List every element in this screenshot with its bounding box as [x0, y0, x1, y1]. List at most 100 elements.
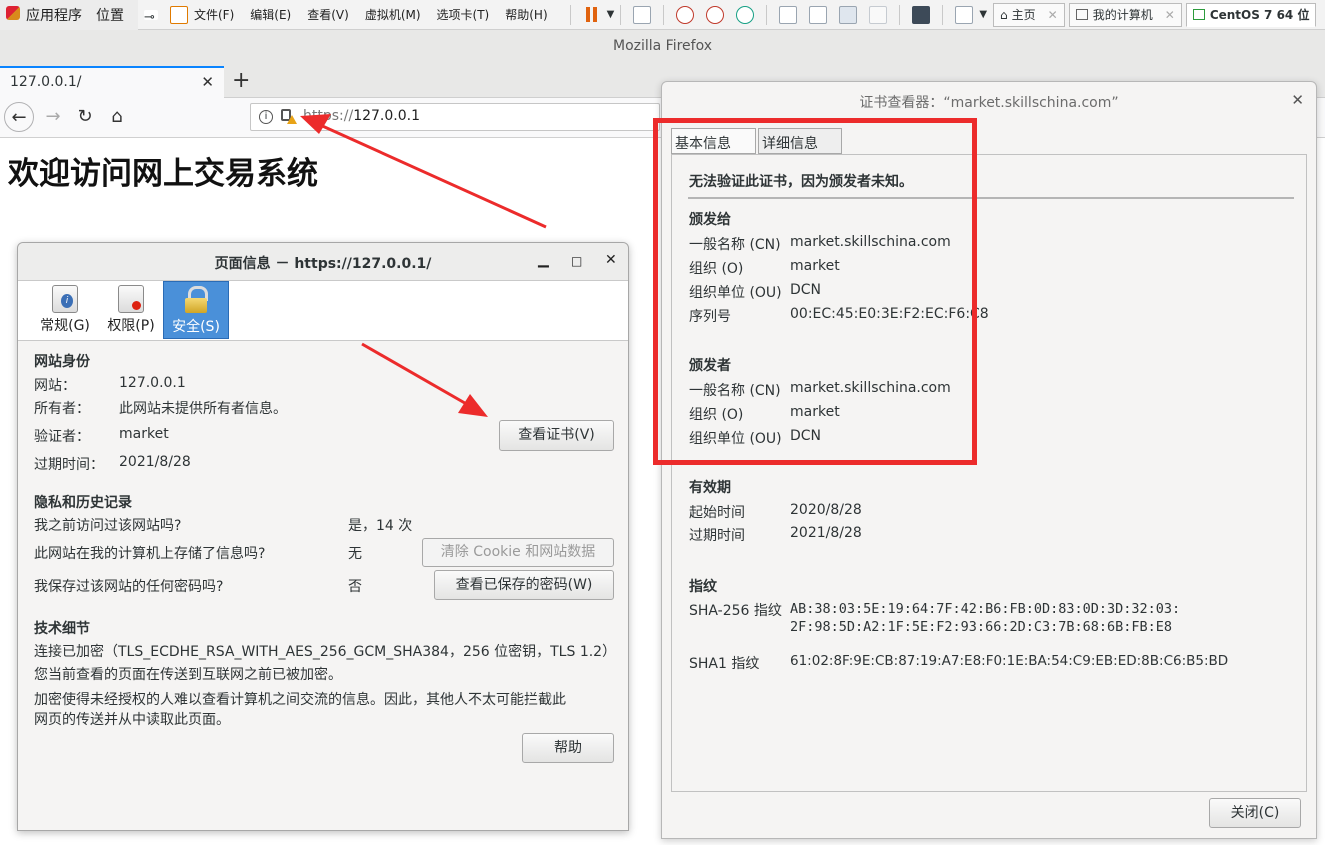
stored-answer: 无	[348, 546, 362, 562]
stretch-icon[interactable]	[955, 5, 974, 24]
gnome-panel: 应用程序 位置	[0, 0, 138, 30]
page-info-tabs: 常规(G) 权限(P) 安全(S)	[18, 281, 628, 341]
page-title: 欢迎访问网上交易系统	[8, 156, 318, 192]
chevron-down-icon[interactable]: ▼	[979, 9, 987, 20]
visited-answer: 是，14 次	[348, 518, 413, 534]
tech-connection: 连接已加密（TLS_ECDHE_RSA_WITH_AES_256_GCM_SHA…	[34, 644, 617, 660]
snapshot-icon[interactable]	[676, 5, 695, 24]
apps-icon	[6, 5, 20, 20]
tab-general[interactable]: 常规(G)	[32, 281, 98, 339]
unity-icon[interactable]	[869, 5, 888, 24]
tab-home[interactable]: ⌂ 主页 ✕	[993, 2, 1065, 27]
verifier-label: 验证者：	[34, 429, 90, 445]
url-host: 127.0.0.1	[353, 108, 420, 124]
tab-label: 主页	[1011, 8, 1036, 22]
clear-cookies-button[interactable]: 清除 Cookie 和网站数据	[422, 538, 614, 567]
tab-label: CentOS 7 64 位	[1209, 8, 1310, 22]
firefox-titlebar: Mozilla Firefox	[0, 30, 1325, 64]
divider	[569, 4, 571, 25]
highlight-box	[653, 118, 977, 465]
close-icon[interactable]: ✕	[1048, 8, 1058, 22]
visited-question: 我之前访问过该网站吗?	[34, 518, 182, 534]
privacy-heading: 隐私和历史记录	[34, 495, 132, 511]
expiry-label: 过期时间：	[34, 457, 104, 473]
close-icon[interactable]: ✕	[201, 73, 214, 91]
info-document-icon	[52, 285, 78, 313]
sidebar-toggle-icon[interactable]	[779, 5, 798, 24]
thumbnail-bar-icon[interactable]	[809, 5, 828, 24]
view-saved-passwords-button[interactable]: 查看已保存的密码(W)	[434, 570, 614, 600]
end-label: 过期时间	[689, 528, 745, 544]
tab-centos[interactable]: CentOS 7 64 位	[1185, 2, 1317, 27]
close-icon[interactable]: ✕	[1165, 8, 1175, 22]
password-answer: 否	[348, 579, 362, 595]
menu-tabs[interactable]: 选项卡(T)	[437, 6, 490, 23]
pause-icon[interactable]	[583, 6, 601, 24]
help-button[interactable]: 帮助	[522, 733, 614, 763]
menu-help[interactable]: 帮助(H)	[505, 6, 547, 23]
close-icon[interactable]: ✕	[1291, 91, 1304, 109]
divider	[766, 4, 768, 25]
send-keys-icon[interactable]	[633, 5, 652, 24]
sha256-line1: AB:38:03:5E:19:64:7F:42:B6:FB:0D:83:0D:3…	[790, 601, 1181, 617]
page-info-dialog: 页面信息 － https://127.0.0.1/ ▁ □ ✕ 常规(G) 权限…	[17, 242, 629, 831]
sha256-line2: 2F:98:5D:A2:1F:5E:F2:93:66:2D:C3:7B:68:6…	[790, 619, 1173, 635]
divider	[620, 4, 622, 25]
identity-heading: 网站身份	[34, 354, 90, 370]
website-value: 127.0.0.1	[119, 375, 186, 391]
view-certificate-button[interactable]: 查看证书(V)	[499, 420, 614, 451]
back-icon[interactable]: ←	[4, 102, 34, 132]
pin-icon[interactable]: ⊸	[144, 9, 158, 25]
browser-tab[interactable]: 127.0.0.1/ ✕	[0, 66, 224, 98]
tab-security[interactable]: 安全(S)	[163, 281, 229, 339]
stored-question: 此网站在我的计算机上存储了信息吗?	[34, 546, 266, 562]
console-icon[interactable]	[912, 5, 931, 24]
tab-label: 我的计算机	[1092, 8, 1153, 22]
menu-view[interactable]: 查看(V)	[307, 6, 349, 23]
close-button[interactable]: 关闭(C)	[1209, 798, 1301, 828]
password-question: 我保存过该网站的任何密码吗?	[34, 579, 224, 595]
home-icon[interactable]: ⌂	[102, 102, 132, 132]
url-text[interactable]: https://127.0.0.1	[303, 108, 420, 124]
menu-file[interactable]: 文件(F)	[194, 6, 234, 23]
tab-label: 安全(S)	[172, 319, 220, 335]
forward-icon[interactable]: →	[38, 102, 68, 132]
info-icon[interactable]: i	[259, 110, 273, 124]
menu-vm[interactable]: 虚拟机(M)	[365, 6, 421, 23]
warning-icon	[287, 115, 297, 124]
close-icon[interactable]: ✕	[605, 252, 617, 268]
sha1-fingerprint: 61:02:8F:9E:CB:87:19:A7:E8:F0:1E:BA:54:C…	[790, 653, 1229, 669]
dialog-title: 页面信息 － https://127.0.0.1/	[214, 256, 432, 272]
maximize-icon[interactable]: □	[571, 254, 582, 268]
tab-label: 常规(G)	[40, 318, 90, 334]
tab-permissions[interactable]: 权限(P)	[98, 281, 164, 339]
owner-value: 此网站未提供所有者信息。	[119, 401, 287, 417]
new-tab-icon[interactable]: +	[232, 68, 250, 93]
vm-toolbar: 应用程序 位置 ⊸ 文件(F) 编辑(E) 查看(V) 虚拟机(M) 选项卡(T…	[0, 0, 1325, 30]
menu-edit[interactable]: 编辑(E)	[250, 6, 291, 23]
fingerprint-heading: 指纹	[689, 579, 717, 595]
divider	[942, 4, 944, 25]
tab-title: 127.0.0.1/	[10, 74, 82, 90]
revert-snapshot-icon[interactable]	[706, 5, 725, 24]
dialog-titlebar: 页面信息 － https://127.0.0.1/ ▁ □ ✕	[18, 243, 628, 281]
sha256-label: SHA-256 指纹	[689, 603, 782, 619]
chevron-down-icon[interactable]: ▼	[607, 9, 615, 20]
snapshot-manager-icon[interactable]	[736, 5, 755, 24]
computer-icon	[1075, 9, 1088, 20]
applications-menu[interactable]: 应用程序	[6, 5, 82, 25]
start-label: 起始时间	[689, 505, 745, 521]
minimize-icon[interactable]: ▁	[538, 252, 549, 268]
owner-label: 所有者：	[34, 401, 90, 417]
reload-icon[interactable]: ↻	[70, 102, 100, 132]
places-menu[interactable]: 位置	[96, 5, 124, 25]
validity-heading: 有效期	[689, 480, 731, 496]
fullscreen-icon[interactable]	[839, 5, 858, 24]
divider	[899, 4, 901, 25]
tab-my-computer[interactable]: 我的计算机 ✕	[1068, 2, 1182, 27]
expiry-value: 2021/8/28	[119, 454, 191, 470]
sha1-label: SHA1 指纹	[689, 656, 760, 672]
start-date: 2020/8/28	[790, 502, 862, 518]
url-bar[interactable]: i https://127.0.0.1	[250, 103, 660, 131]
vmware-icon[interactable]	[170, 5, 188, 24]
